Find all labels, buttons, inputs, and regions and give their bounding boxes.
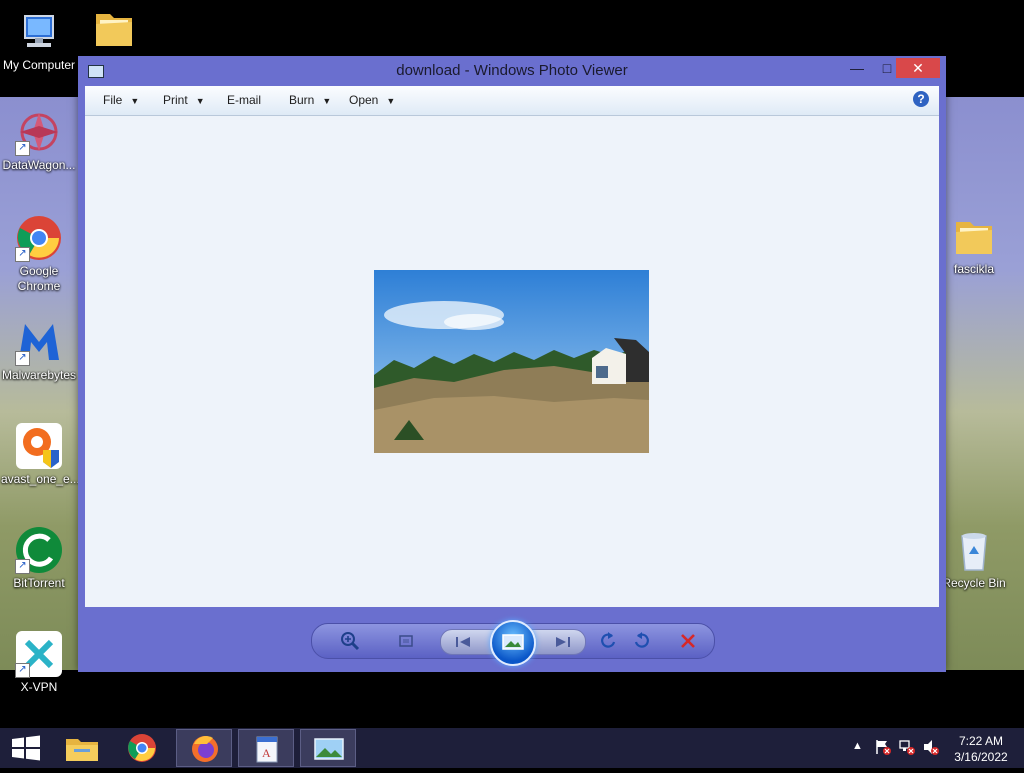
dropdown-arrow-icon: ▼ [322, 96, 332, 106]
desktop-icon-label: Recycle Bin [942, 576, 1006, 590]
shortcut-arrow-icon: ↗ [15, 351, 30, 366]
slideshow-icon[interactable] [490, 620, 536, 666]
dropdown-arrow-icon: ▼ [130, 96, 140, 106]
taskbar: A ▲ 7:22 AM 3/16/2022 [0, 728, 1024, 768]
image-viewport[interactable] [85, 116, 939, 607]
zoom-icon[interactable] [338, 629, 362, 653]
menu-burn-label: Burn [289, 93, 315, 107]
desktop-icon-my-computer[interactable]: My Computer [1, 8, 77, 73]
close-button[interactable]: ✕ [896, 58, 940, 78]
minimize-button[interactable]: — [844, 58, 870, 78]
desktop-icon-label: X-VPN [20, 680, 58, 694]
rotate-left-icon[interactable] [596, 629, 620, 653]
next-icon[interactable] [551, 630, 575, 654]
desktop-icon-label: Malwarebytes [1, 368, 77, 382]
rotate-right-icon[interactable] [630, 629, 654, 653]
chrome-icon: ↗ [15, 214, 63, 262]
menu-burn[interactable]: Burn ▼ [289, 93, 331, 107]
photo-viewer-icon[interactable] [300, 729, 356, 767]
actual-size-icon[interactable] [394, 629, 418, 653]
desktop-icon-label: My Computer [2, 58, 76, 72]
shortcut-arrow-icon: ↗ [15, 559, 30, 574]
desktop-icon-fascikla[interactable]: fascikla [936, 212, 1012, 277]
help-icon[interactable]: ? [913, 91, 929, 107]
bittorrent-icon: ↗ [15, 526, 63, 574]
menu-print-label: Print [163, 93, 188, 107]
system-clock[interactable]: 7:22 AM 3/16/2022 [944, 733, 1018, 765]
firefox-icon[interactable] [176, 729, 232, 767]
show-hidden-icons-button[interactable]: ▲ [852, 740, 863, 752]
menu-email-label: E-mail [227, 93, 262, 107]
desktop-icon-folder-top[interactable] [76, 4, 152, 54]
desktop-icon-label: BitTorrent [13, 576, 65, 590]
datawagon-icon: ↗ [15, 108, 63, 156]
menu-open-label: Open [349, 93, 379, 107]
desktop-icon-xvpn[interactable]: ↗ X-VPN [1, 630, 77, 695]
document-viewer-icon[interactable]: A [238, 729, 294, 767]
xvpn-icon: ↗ [15, 630, 63, 678]
shortcut-arrow-icon: ↗ [15, 141, 30, 156]
action-center-flag-icon[interactable] [874, 738, 892, 759]
clock-date: 3/16/2022 [954, 750, 1008, 764]
desktop-icon-datawagon[interactable]: ↗ DataWagon... [1, 108, 77, 173]
network-icon[interactable] [898, 738, 916, 759]
landscape-photo [374, 270, 649, 453]
window-title: download - Windows Photo Viewer [396, 62, 628, 79]
desktop-icon-google-chrome[interactable]: ↗ Google Chrome [1, 214, 77, 294]
computer-icon [15, 8, 63, 56]
desktop-icon-avast[interactable]: avast_one_e... [1, 422, 80, 487]
avast-icon [15, 422, 63, 470]
menu-file-label: File [103, 93, 123, 107]
desktop-icon-label: fascikla [953, 262, 994, 276]
folder-icon [90, 4, 138, 52]
volume-muted-icon[interactable] [922, 738, 940, 759]
desktop-icon-label: Google Chrome [17, 264, 61, 293]
shortcut-arrow-icon: ↗ [15, 247, 30, 262]
photo-viewer-window: download - Windows Photo Viewer — □ ✕ Fi… [78, 56, 946, 672]
previous-icon[interactable] [451, 630, 475, 654]
delete-icon[interactable] [676, 629, 700, 653]
menu-open[interactable]: Open ▼ [349, 93, 395, 107]
malwarebytes-icon: ↗ [15, 318, 63, 366]
shortcut-arrow-icon: ↗ [15, 663, 30, 678]
folder-icon [950, 212, 998, 260]
dropdown-arrow-icon: ▼ [386, 96, 396, 106]
menu-email[interactable]: E-mail [227, 93, 261, 107]
chrome-icon[interactable] [114, 729, 170, 767]
viewer-controls-bar [311, 620, 715, 666]
windows-start-icon[interactable] [0, 729, 56, 767]
menu-print[interactable]: Print ▼ [163, 93, 205, 107]
menu-file[interactable]: File ▼ [103, 93, 139, 107]
desktop-icon-recycle-bin[interactable]: Recycle Bin [936, 526, 1012, 591]
menu-bar: File ▼ Print ▼ E-mail Burn ▼ Open ▼ ? [85, 86, 939, 116]
desktop-icon-label: DataWagon... [2, 158, 76, 172]
window-titlebar[interactable]: download - Windows Photo Viewer — □ ✕ [78, 56, 946, 86]
desktop-icon-bittorrent[interactable]: ↗ BitTorrent [1, 526, 77, 591]
dropdown-arrow-icon: ▼ [195, 96, 205, 106]
file-explorer-icon[interactable] [54, 729, 110, 767]
recycle-bin-icon [950, 526, 998, 574]
svg-text:A: A [262, 746, 271, 760]
desktop-icon-label: avast_one_e... [1, 472, 80, 486]
clock-time: 7:22 AM [958, 734, 1004, 748]
desktop-icon-malwarebytes[interactable]: ↗ Malwarebytes [1, 318, 77, 383]
